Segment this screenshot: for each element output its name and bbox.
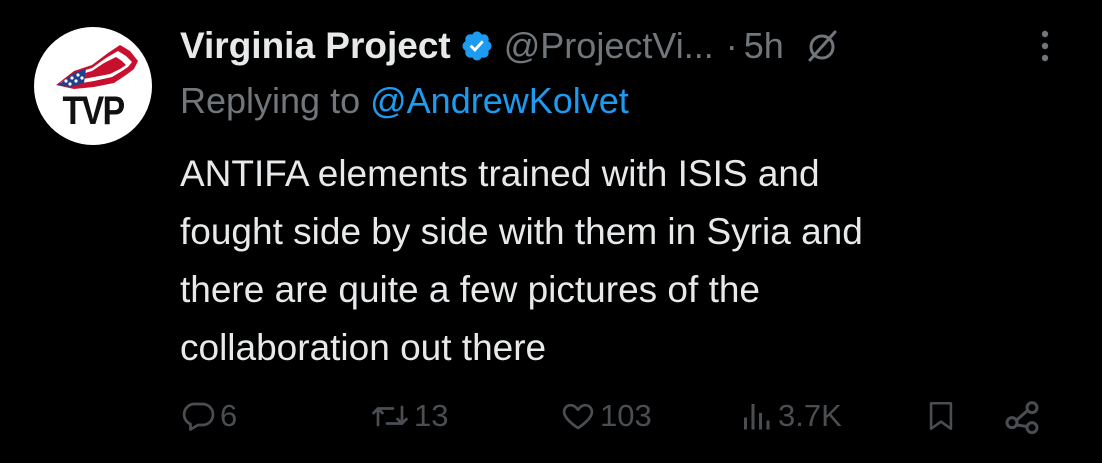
- views-chart-icon: [738, 398, 774, 434]
- views-button[interactable]: 3.7K: [738, 392, 842, 440]
- action-bar: 6 13 103 3.7K: [0, 392, 1102, 440]
- replying-prefix: Replying to: [180, 80, 371, 121]
- repost-button[interactable]: 13: [370, 392, 448, 440]
- reply-count: 6: [220, 398, 238, 433]
- repost-icon: [370, 398, 410, 434]
- repost-count: 13: [414, 398, 449, 433]
- reply-icon: [180, 398, 216, 434]
- slash-circle-icon[interactable]: [802, 26, 842, 66]
- verified-badge-icon[interactable]: [460, 29, 494, 63]
- avatar-text: TVP: [62, 89, 125, 133]
- tweet-body-line: ANTIFA elements trained with ISIS and: [180, 153, 820, 194]
- bookmark-icon: [924, 398, 958, 434]
- tweet-card[interactable]: TVP Virginia Project @ProjectVi... · 5h …: [0, 0, 1102, 463]
- like-count: 103: [600, 398, 652, 433]
- author-handle[interactable]: @ProjectVi...: [504, 25, 714, 67]
- header-separator: ·: [725, 25, 738, 66]
- tweet-body-line: collaboration out there: [180, 327, 547, 368]
- more-vertical-icon[interactable]: [1030, 26, 1060, 66]
- heart-icon: [560, 398, 596, 434]
- bookmark-button[interactable]: [924, 392, 958, 440]
- tweet-body-line: there are quite a few pictures of the: [180, 269, 761, 310]
- reply-button[interactable]: 6: [180, 392, 237, 440]
- views-count: 3.7K: [778, 398, 842, 433]
- timestamp[interactable]: 5h: [744, 25, 784, 67]
- share-icon: [1002, 396, 1042, 436]
- tweet-header: Virginia Project @ProjectVi... · 5h: [180, 22, 842, 70]
- reply-mention-link[interactable]: @AndrewKolvet: [370, 80, 629, 121]
- tweet-body: ANTIFA elements trained with ISIS and fo…: [180, 145, 1060, 377]
- author-name[interactable]: Virginia Project: [180, 25, 451, 67]
- share-button[interactable]: [1002, 392, 1042, 440]
- tweet-body-line: fought side by side with them in Syria a…: [180, 211, 863, 252]
- like-button[interactable]: 103: [560, 392, 652, 440]
- avatar[interactable]: TVP: [34, 27, 152, 145]
- replying-to-line: Replying to @AndrewKolvet: [180, 80, 629, 122]
